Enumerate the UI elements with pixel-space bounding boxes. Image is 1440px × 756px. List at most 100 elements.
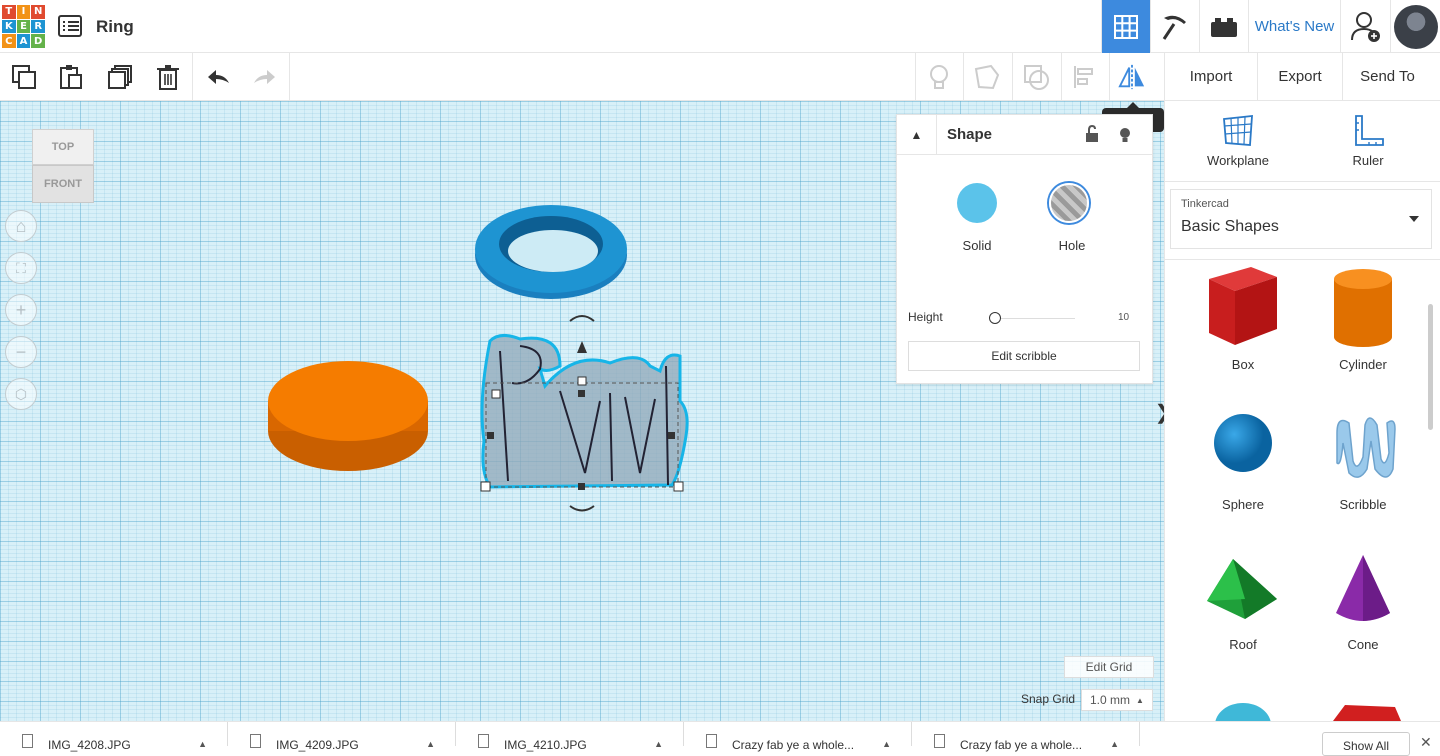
caret-up-icon: ▲: [1136, 695, 1144, 705]
cylinder-icon: [1334, 269, 1392, 347]
logo-letter: I: [16, 5, 31, 19]
height-slider-knob[interactable]: [989, 312, 1001, 324]
chevron-up-icon: ▲: [882, 739, 891, 749]
redo-icon: [254, 70, 275, 84]
box-icon: [1209, 267, 1277, 345]
logo-letter: A: [16, 34, 31, 48]
download-item[interactable]: IMG_4210.JPG ▲: [456, 722, 684, 752]
partial-text-shape-icon: [1333, 705, 1401, 721]
collapse-inspector-button[interactable]: ▲: [897, 114, 937, 155]
ungroup-icon: [1024, 65, 1049, 90]
download-item[interactable]: Crazy fab ye a whole... ▲: [684, 722, 912, 752]
hole-label: Hole: [1058, 238, 1086, 253]
trash-icon: [157, 65, 179, 90]
orange-cylinder-shape[interactable]: [268, 361, 428, 471]
shape-sphere[interactable]: Sphere: [1188, 403, 1298, 512]
chevron-up-icon: ▲: [654, 739, 663, 749]
redo-button[interactable]: [251, 63, 279, 91]
duplicate-icon: [108, 65, 132, 89]
duplicate-button[interactable]: [106, 63, 134, 91]
flip-icon: [1118, 64, 1145, 90]
download-item[interactable]: IMG_4209.JPG ▲: [228, 722, 456, 752]
shape-box[interactable]: Box: [1188, 263, 1298, 372]
download-item[interactable]: IMG_4208.JPG ▲: [0, 722, 228, 752]
logo-letter: C: [2, 34, 16, 48]
file-icon: [250, 734, 261, 748]
logo-letter: D: [31, 34, 45, 48]
chevron-up-icon: ▲: [198, 739, 207, 749]
workplane-tool[interactable]: Workplane: [1193, 109, 1283, 168]
logo-letter: E: [16, 19, 31, 34]
whats-new-link[interactable]: What's New: [1248, 0, 1340, 53]
notes-button[interactable]: [925, 63, 953, 91]
download-item[interactable]: Crazy fab ye a whole... ▲: [912, 722, 1140, 752]
send-to-button[interactable]: Send To: [1342, 53, 1432, 100]
edit-grid-button[interactable]: Edit Grid: [1064, 656, 1154, 678]
shape-inspector: ▲ Shape Solid Hole Height 10 Edit scribb…: [896, 114, 1153, 384]
file-icon: [22, 734, 33, 748]
close-icon[interactable]: ✕: [1420, 734, 1432, 751]
roof-icon: [1207, 559, 1277, 619]
bricks-view-button[interactable]: [1199, 0, 1248, 53]
undo-button[interactable]: [204, 63, 232, 91]
logo-letter: K: [2, 19, 16, 34]
group-button[interactable]: [973, 63, 1001, 91]
caret-up-icon: ▲: [910, 127, 923, 142]
height-slider-track[interactable]: [995, 318, 1075, 319]
paste-button[interactable]: [57, 63, 85, 91]
roof-label: Roof: [1229, 637, 1257, 652]
user-avatar-button[interactable]: [1390, 0, 1440, 53]
cone-label: Cone: [1347, 637, 1379, 652]
caret-down-icon: [1409, 216, 1419, 222]
project-title[interactable]: Ring: [96, 17, 134, 37]
snap-grid-label: Snap Grid: [1021, 692, 1076, 706]
export-button[interactable]: Export: [1257, 53, 1342, 100]
solid-color-swatch[interactable]: [957, 183, 997, 223]
partial-shape-icon: [1215, 703, 1271, 721]
blocks-view-button[interactable]: [1150, 0, 1199, 53]
ungroup-button[interactable]: [1022, 63, 1050, 91]
3d-design-view-button[interactable]: [1101, 0, 1150, 53]
align-button[interactable]: [1071, 63, 1099, 91]
shape-roof[interactable]: Roof: [1188, 543, 1298, 652]
library-source: Tinkercad: [1181, 198, 1229, 210]
pickaxe-icon: [1162, 15, 1186, 40]
shape-library-select[interactable]: Tinkercad Basic Shapes: [1170, 189, 1432, 249]
shape-cylinder[interactable]: Cylinder: [1308, 263, 1418, 372]
flip-button[interactable]: [1118, 63, 1146, 91]
snap-grid-value: 1.0 mm: [1090, 693, 1131, 707]
edit-scribble-button[interactable]: Edit scribble: [908, 341, 1140, 371]
import-button[interactable]: Import: [1164, 53, 1257, 100]
shapes-scrollbar[interactable]: [1428, 304, 1433, 430]
copy-button[interactable]: [10, 63, 38, 91]
box-label: Box: [1231, 357, 1255, 372]
tinkercad-logo[interactable]: TIN KER CAD: [2, 5, 45, 48]
height-label: Height: [908, 310, 943, 324]
ruler-icon: [1355, 115, 1384, 146]
scribble-hole-shape[interactable]: [480, 315, 689, 512]
chevron-up-icon: ▲: [426, 739, 435, 749]
sphere-icon: [1214, 414, 1272, 472]
ring-torus-shape[interactable]: [475, 205, 627, 299]
downloads-bar: IMG_4208.JPG ▲ IMG_4209.JPG ▲ IMG_4210.J…: [0, 721, 1440, 756]
add-user-button[interactable]: [1340, 0, 1390, 53]
workplane-icon: [1223, 114, 1253, 146]
lightbulb-icon[interactable]: [1119, 127, 1131, 143]
shapes-panel: Workplane Ruler Tinkercad Basic Shapes B…: [1164, 101, 1440, 721]
edit-toolbar: Import Export Send To: [0, 53, 1440, 101]
brick-icon: [1211, 17, 1237, 37]
snap-grid-select[interactable]: 1.0 mm ▲: [1081, 689, 1153, 711]
ruler-tool[interactable]: Ruler: [1323, 109, 1413, 168]
delete-button[interactable]: [154, 63, 182, 91]
hole-swatch[interactable]: [1049, 183, 1089, 223]
shape-cone[interactable]: Cone: [1308, 543, 1418, 652]
show-all-button[interactable]: Show All: [1322, 732, 1410, 756]
lightbulb-icon: [930, 65, 948, 89]
shape-scribble[interactable]: Scribble: [1308, 403, 1418, 512]
top-right-nav: What's New: [1101, 0, 1440, 53]
lock-icon[interactable]: [1085, 125, 1099, 143]
library-name: Basic Shapes: [1181, 218, 1279, 235]
scribble-label: Scribble: [1339, 497, 1387, 512]
design-menu-button[interactable]: [58, 15, 82, 37]
sphere-label: Sphere: [1222, 497, 1264, 512]
